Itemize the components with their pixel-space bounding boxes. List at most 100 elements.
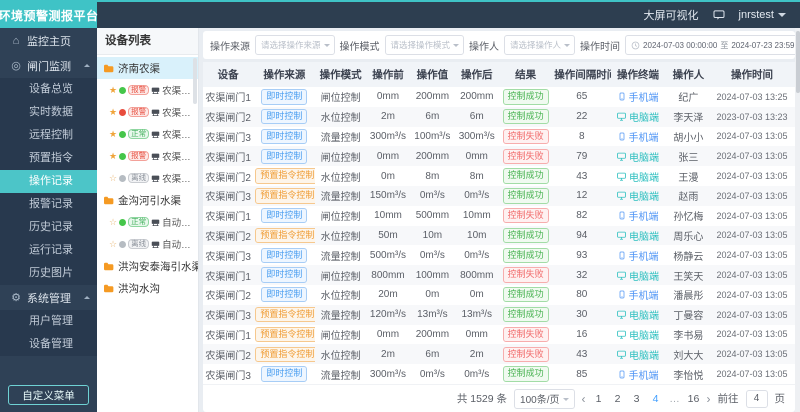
terminal-link[interactable]: 手机端 (618, 248, 659, 263)
cell-mode: 流量控制 (320, 370, 361, 382)
table-row[interactable]: 农渠闸门1 即时控制 闸位控制 800mm 100mm 800mm 控制失败 32 电脑端 王笑天… (203, 265, 795, 285)
status-dot (119, 130, 127, 138)
table-row[interactable]: 农渠闸门3 即时控制 流量控制 300m³/s 0m³/s 0m³/s 控制成功 85 手机端 李… (203, 364, 795, 384)
tree-device-item[interactable]: ★ 正常 农渠闸门3 (97, 123, 198, 145)
cell-mode: 水位控制 (320, 113, 361, 125)
sidebar-subitem[interactable]: 历史记录 (0, 216, 97, 239)
table-row[interactable]: 农渠闸门2 即时控制 水位控制 2m 6m 6m 控制成功 22 电脑端 李天泽 2023-07-0… (203, 106, 795, 127)
operator-filter-label: 操作人 (469, 41, 500, 53)
sidebar-item[interactable]: ⚙ 系统管理 (0, 285, 97, 310)
table-row[interactable]: 农渠闸门1 即时控制 闸位控制 10mm 500mm 10mm 控制失败 82 手机端 孙忆梅 20… (203, 206, 795, 226)
cell-terminal: 电脑端 (611, 327, 664, 342)
table-row[interactable]: 农渠闸门2 即时控制 水位控制 20m 0m 0m 控制成功 80 手机端 潘晨彤 2024-07-… (203, 285, 795, 305)
sidebar-subitem[interactable]: 远程控制 (0, 124, 97, 147)
terminal-link[interactable]: 手机端 (618, 208, 659, 223)
terminal-link[interactable]: 电脑端 (617, 169, 659, 184)
table-row[interactable]: 农渠闸门3 即时控制 流量控制 300m³/s 100m³/s 300m³/s 控制失败 8 手… (203, 127, 795, 147)
table-row[interactable]: 农渠闸门2 预置指令控制 水位控制 0m 8m 8m 控制成功 43 电脑端 王漫 2024-07-… (203, 166, 795, 186)
cell-value: 6m (425, 111, 440, 123)
sidebar-item[interactable]: ⌂ 监控主页 (0, 28, 97, 53)
table-row[interactable]: 农渠闸门2 预置指令控制 水位控制 50m 10m 10m 控制成功 94 电脑端 周乐心 2024… (203, 225, 795, 246)
device-icon (151, 108, 160, 117)
tree-device-item[interactable]: ☆ 离线 自动化闸... (97, 233, 198, 255)
tree-folder[interactable]: 金沟河引水渠 (97, 189, 198, 211)
device-panel: 设备列表 济南农渠★报警农渠闸门1★报警农渠闸门2★正常农渠闸门3★报警农渠闸门… (97, 28, 199, 412)
cell-interval: 79 (576, 150, 588, 162)
tree-device-item[interactable]: ☆ 正常 自动化闸... (97, 211, 198, 233)
sidebar-subitem[interactable]: 实时数据 (0, 101, 97, 124)
page-number[interactable]: 3 (631, 393, 643, 405)
terminal-link[interactable]: 手机端 (618, 89, 659, 104)
source-select[interactable]: 请选择操作来源 (255, 35, 335, 55)
gear-icon: ⚙ (11, 292, 21, 304)
custom-menu-button[interactable]: 自定义菜单 (8, 385, 89, 405)
device-icon (151, 174, 160, 183)
sidebar-subitem[interactable]: 设备管理 (0, 333, 97, 356)
mode-select[interactable]: 请选择操作模式 (384, 35, 465, 55)
terminal-link[interactable]: 电脑端 (617, 347, 659, 362)
device-panel-scrollbar[interactable] (193, 58, 197, 104)
mode-select-placeholder: 请选择操作模式 (390, 40, 451, 50)
tree-folder[interactable]: 洪沟安泰海引水渠 (97, 255, 198, 277)
device-list-title: 设备列表 (97, 28, 198, 55)
cell-time: 2024-07-03 13:05 (716, 270, 788, 281)
table-row[interactable]: 农渠闸门3 即时控制 流量控制 500m³/s 0m³/s 0m³/s 控制成功 93 手机端 杨… (203, 245, 795, 265)
table-row[interactable]: 农渠闸门3 预置指令控制 流量控制 120m³/s 13m³/s 13m³/s 控制成功 30… (203, 304, 795, 325)
tree-folder[interactable]: 洪沟水沟 (97, 277, 198, 299)
next-page-button[interactable]: › (707, 392, 711, 406)
jump-page-input[interactable] (745, 389, 768, 408)
table-row[interactable]: 农渠闸门2 预置指令控制 水位控制 2m 6m 2m 控制失败 43 电脑端 刘大大 2024-07… (203, 344, 795, 365)
terminal-link[interactable]: 电脑端 (617, 149, 659, 164)
page-number[interactable]: 4 (650, 393, 662, 405)
terminal-link[interactable]: 电脑端 (617, 268, 659, 283)
terminal-link[interactable]: 手机端 (618, 129, 659, 144)
page-number[interactable]: 16 (688, 393, 700, 405)
table-row[interactable]: 农渠闸门3 预置指令控制 流量控制 150m³/s 0m³/s 0m³/s 控制成功 12 电脑… (203, 185, 795, 206)
prev-page-button[interactable]: ‹ (582, 392, 586, 406)
terminal-link[interactable]: 手机端 (618, 367, 659, 382)
operator-select-placeholder: 请选择操作人 (510, 40, 562, 50)
tree-folder[interactable]: 济南农渠 (97, 57, 198, 79)
tree-device-item[interactable]: ★报警农渠闸门1 (97, 79, 198, 101)
window-scrollbar-thumb[interactable] (795, 31, 800, 93)
source-badge: 即时控制 (261, 267, 308, 283)
table-row[interactable]: 农渠闸门1 预置指令控制 闸位控制 0mm 200mm 0mm 控制失败 16 电脑端 李书易 20… (203, 325, 795, 345)
big-screen-link[interactable]: 大屏可视化 (644, 7, 699, 23)
sidebar-item[interactable]: ◎ 闸门监测 (0, 53, 97, 78)
page-number[interactable]: 1 (593, 393, 605, 405)
table-header: 设备 操作来源 操作模式 操作前 操作值 操作后 结果 操作间隔时间 操作终端 操作人 操作时间 (203, 62, 795, 87)
terminal-link[interactable]: 电脑端 (617, 109, 659, 124)
table-row[interactable]: 农渠闸门1 即时控制 闸位控制 0mm 200mm 200mm 控制成功 65 手机端 纪广 202… (203, 87, 795, 107)
terminal-link[interactable]: 电脑端 (617, 188, 659, 203)
sidebar-subitem[interactable]: 预置指令 (0, 147, 97, 170)
message-icon[interactable] (713, 10, 725, 20)
tree-device-item[interactable]: ☆ 离线 农渠闸门5 (97, 167, 198, 189)
tree-device-item[interactable]: ★ 报警 农渠闸门4 (97, 145, 198, 167)
sidebar-subitem[interactable]: 操作记录 (0, 170, 97, 193)
cell-device: 农渠闸门3 (205, 192, 251, 204)
cell-terminal: 电脑端 (611, 268, 664, 283)
sidebar-subitem[interactable]: 报警记录 (0, 193, 97, 216)
sidebar-subitem[interactable]: 用户管理 (0, 310, 97, 333)
page-number[interactable]: 2 (612, 393, 624, 405)
sidebar-subitem[interactable]: 历史图片 (0, 262, 97, 285)
result-badge: 控制成功 (502, 168, 549, 184)
cell-device: 农渠闸门1 (205, 93, 251, 105)
tree-device-label: 农渠闸门5 (162, 174, 198, 185)
terminal-label: 电脑端 (629, 330, 660, 342)
sidebar-subitem[interactable]: 设备总览 (0, 78, 97, 101)
window-scrollbar[interactable] (795, 28, 800, 412)
status-dot (119, 152, 127, 160)
date-range-input[interactable]: 2024-07-03 00:00:00 至 2024-07-23 23:59:5… (625, 35, 800, 55)
terminal-link[interactable]: 电脑端 (617, 228, 659, 243)
user-menu[interactable]: jnrstest (739, 9, 786, 21)
sidebar-subitem[interactable]: 运行记录 (0, 239, 97, 262)
terminal-link[interactable]: 手机端 (618, 287, 659, 302)
cell-after: 10m (467, 229, 487, 241)
page-size-select[interactable]: 100条/页 (514, 388, 575, 409)
operator-select[interactable]: 请选择操作人 (504, 35, 576, 55)
terminal-link[interactable]: 电脑端 (617, 327, 659, 342)
terminal-link[interactable]: 电脑端 (617, 307, 659, 322)
table-row[interactable]: 农渠闸门1 即时控制 闸位控制 0mm 200mm 0mm 控制失败 79 电脑端 张三 2024-… (203, 146, 795, 167)
tree-device-item[interactable]: ★ 报警 农渠闸门2 (97, 101, 198, 123)
